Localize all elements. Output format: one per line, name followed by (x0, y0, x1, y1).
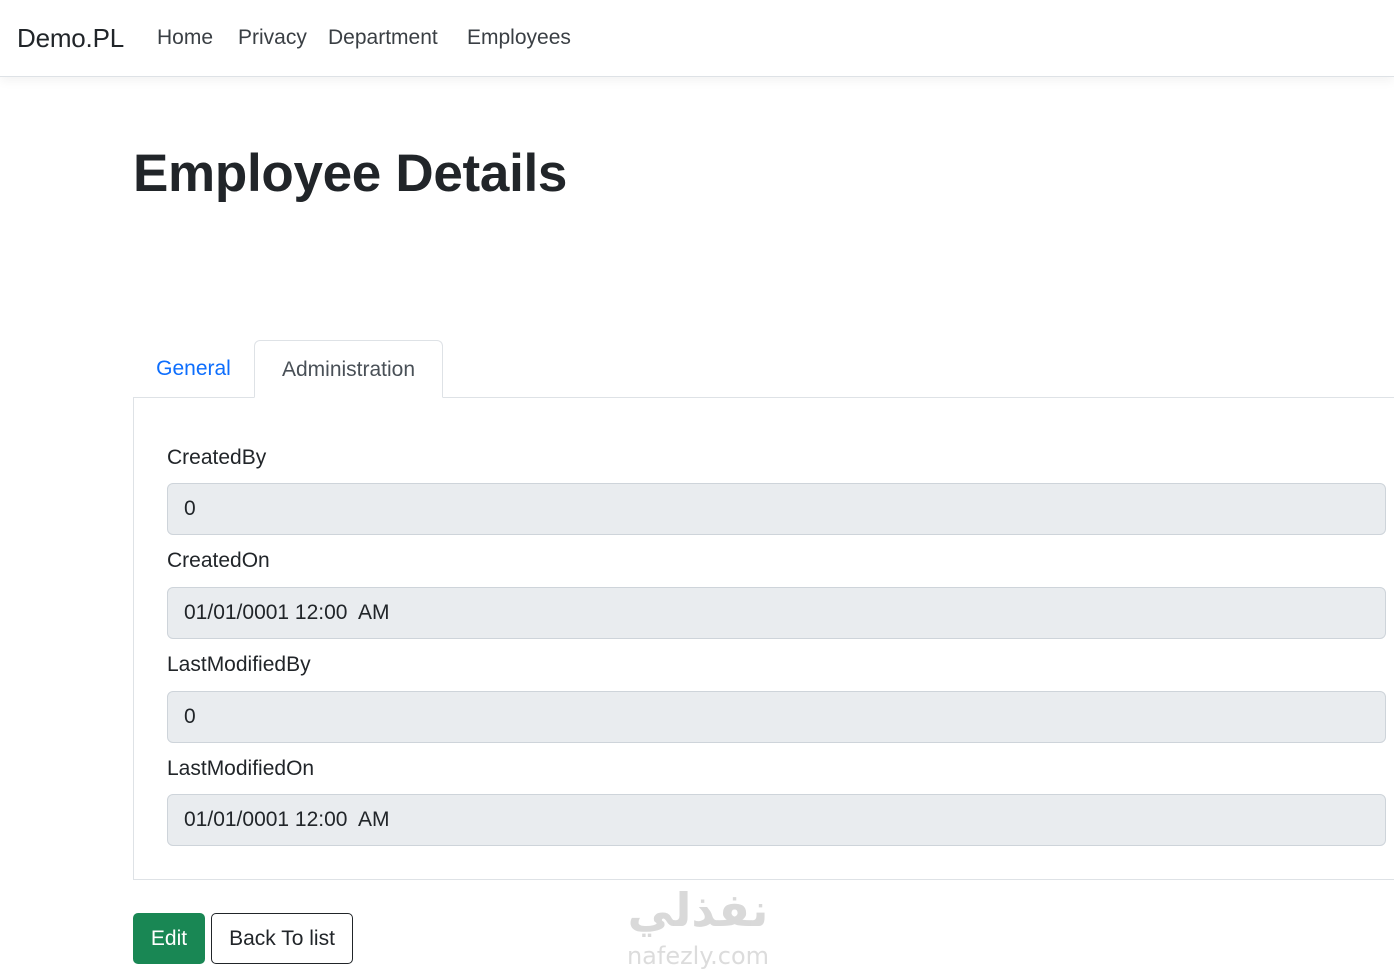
last-modified-on-label: LastModifiedOn (167, 757, 315, 780)
created-on-label: CreatedOn (167, 549, 270, 572)
tab-general[interactable]: General (133, 340, 254, 398)
nav-link-home[interactable]: Home (157, 26, 213, 50)
watermark-arabic-text: نفذلي (628, 883, 769, 937)
tab-administration[interactable]: Administration (254, 340, 443, 398)
top-navbar: Demo.PL Home Privacy Department Employee… (0, 0, 1394, 77)
nav-link-employees[interactable]: Employees (467, 26, 571, 50)
edit-button[interactable]: Edit (133, 913, 205, 964)
created-on-field[interactable] (167, 587, 1386, 639)
nafezly-watermark-logo: نفذلي nafezly.com (627, 883, 769, 970)
back-to-list-button[interactable]: Back To list (211, 913, 353, 964)
nav-link-privacy[interactable]: Privacy (238, 26, 307, 50)
nav-link-department[interactable]: Department (328, 26, 438, 50)
created-by-label: CreatedBy (167, 446, 267, 469)
page-title: Employee Details (133, 144, 568, 203)
watermark-latin-text: nafezly.com (627, 942, 769, 970)
last-modified-by-field[interactable] (167, 691, 1386, 743)
brand-link[interactable]: Demo.PL (17, 23, 124, 54)
last-modified-by-label: LastModifiedBy (167, 653, 311, 676)
created-by-field[interactable] (167, 483, 1386, 535)
last-modified-on-field[interactable] (167, 794, 1386, 846)
